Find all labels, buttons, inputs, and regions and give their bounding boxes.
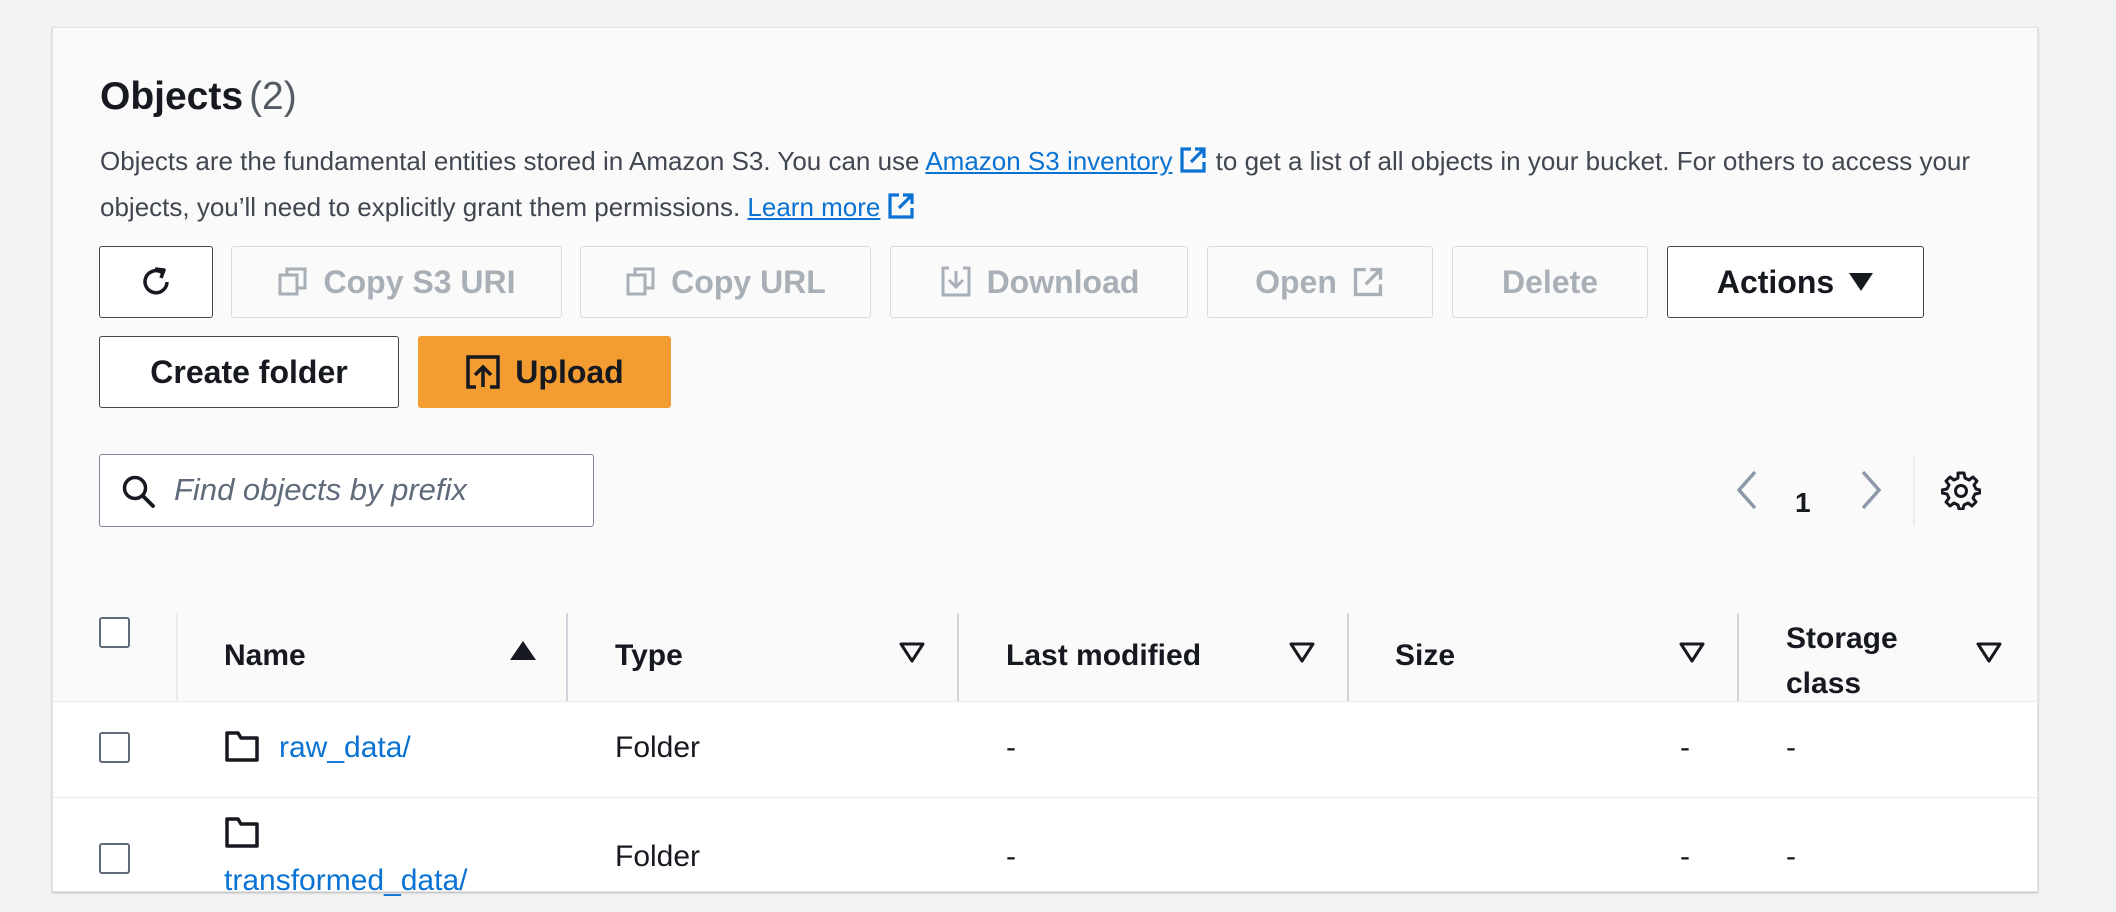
open-label: Open: [1255, 263, 1337, 300]
refresh-icon: [143, 267, 169, 295]
object-type: Folder: [615, 731, 701, 764]
actions-label: Actions: [1716, 263, 1835, 300]
create-folder-label: Create folder: [150, 353, 348, 390]
folder-icon: [225, 817, 259, 848]
column-divider: [1737, 613, 1739, 703]
object-storage-class: -: [1786, 731, 1796, 764]
column-header-last-modified[interactable]: Last modified: [1006, 639, 1201, 673]
column-divider: [566, 613, 568, 703]
download-label: Download: [986, 263, 1140, 300]
table-row[interactable]: raw_data/ Folder - - -: [53, 701, 2037, 797]
external-link-icon: [1180, 147, 1207, 173]
copy-icon: [626, 267, 655, 296]
folder-icon: [225, 731, 259, 762]
settings-icon[interactable]: [1941, 470, 1981, 510]
object-name-link[interactable]: raw_data/: [279, 731, 411, 765]
create-folder-button[interactable]: Create folder: [99, 336, 399, 408]
chevron-left-icon[interactable]: [1731, 469, 1763, 511]
copy-icon: [278, 267, 307, 296]
column-header-name[interactable]: Name: [224, 639, 306, 673]
title-text: Objects: [100, 75, 244, 118]
row-checkbox[interactable]: [99, 732, 130, 763]
objects-panel: Objects (2) Objects are the fundamental e…: [52, 27, 2038, 897]
pager-divider: [1913, 456, 1915, 526]
storage-class-line-2: class: [1786, 667, 1862, 700]
objects-description: Objects are the fundamental entities sto…: [100, 138, 2020, 230]
current-page[interactable]: 1: [1795, 487, 1811, 519]
delete-button[interactable]: Delete: [1452, 246, 1648, 318]
upload-button[interactable]: Upload: [418, 336, 671, 408]
search-icon: [122, 475, 155, 508]
object-storage-class: -: [1786, 840, 1796, 873]
sort-icon[interactable]: [899, 642, 925, 664]
s3-inventory-link[interactable]: Amazon S3 inventory: [925, 146, 1208, 176]
download-button[interactable]: Download: [890, 246, 1188, 318]
table-row[interactable]: transformed_data/ Folder - - -: [53, 797, 2037, 897]
search-box: [99, 454, 594, 527]
learn-more-link[interactable]: Learn more: [747, 192, 916, 222]
sort-ascending-icon[interactable]: [509, 640, 537, 662]
external-link-icon: [1353, 267, 1383, 297]
table-header: [53, 565, 2037, 701]
row-border: [53, 701, 2037, 702]
chevron-right-icon[interactable]: [1855, 469, 1887, 511]
column-header-type[interactable]: Type: [615, 639, 683, 673]
upload-label: Upload: [515, 353, 624, 390]
column-divider: [176, 613, 178, 703]
download-icon: [941, 266, 971, 297]
open-button[interactable]: Open: [1207, 246, 1433, 318]
search-input[interactable]: [174, 469, 574, 511]
sort-icon[interactable]: [1976, 642, 2002, 664]
storage-class-line-1: Storage: [1786, 622, 1898, 655]
copy-url-button[interactable]: Copy URL: [580, 246, 871, 318]
object-count: (2): [249, 75, 297, 118]
column-header-size[interactable]: Size: [1395, 639, 1455, 673]
column-divider: [957, 613, 959, 703]
sort-icon[interactable]: [1289, 642, 1315, 664]
object-size: -: [1680, 731, 1690, 764]
sort-icon[interactable]: [1679, 642, 1705, 664]
copy-url-label: Copy URL: [671, 263, 826, 300]
learn-more-link-label: Learn more: [747, 192, 881, 222]
column-divider: [1347, 613, 1349, 703]
caret-down-icon: [1849, 273, 1874, 291]
select-all-checkbox[interactable]: [99, 617, 130, 648]
external-link-icon: [888, 193, 914, 219]
object-name-link[interactable]: transformed_data/: [224, 864, 467, 898]
row-checkbox[interactable]: [99, 843, 130, 874]
delete-label: Delete: [1501, 263, 1599, 300]
refresh-button[interactable]: [99, 246, 213, 318]
object-size: -: [1680, 840, 1690, 873]
object-last-modified: -: [1006, 731, 1016, 764]
object-type: Folder: [615, 840, 701, 873]
s3-inventory-link-label: Amazon S3 inventory: [925, 146, 1173, 176]
column-header-storage-class[interactable]: Storage class: [1786, 616, 1898, 706]
page-title: Objects (2): [100, 75, 297, 119]
description-text-1: Objects are the fundamental entities sto…: [100, 146, 926, 176]
upload-icon: [466, 355, 501, 389]
object-last-modified: -: [1006, 840, 1016, 873]
copy-s3-uri-label: Copy S3 URI: [323, 263, 516, 300]
row-border: [53, 797, 2037, 798]
actions-dropdown[interactable]: Actions: [1667, 246, 1924, 318]
copy-s3-uri-button[interactable]: Copy S3 URI: [231, 246, 562, 318]
